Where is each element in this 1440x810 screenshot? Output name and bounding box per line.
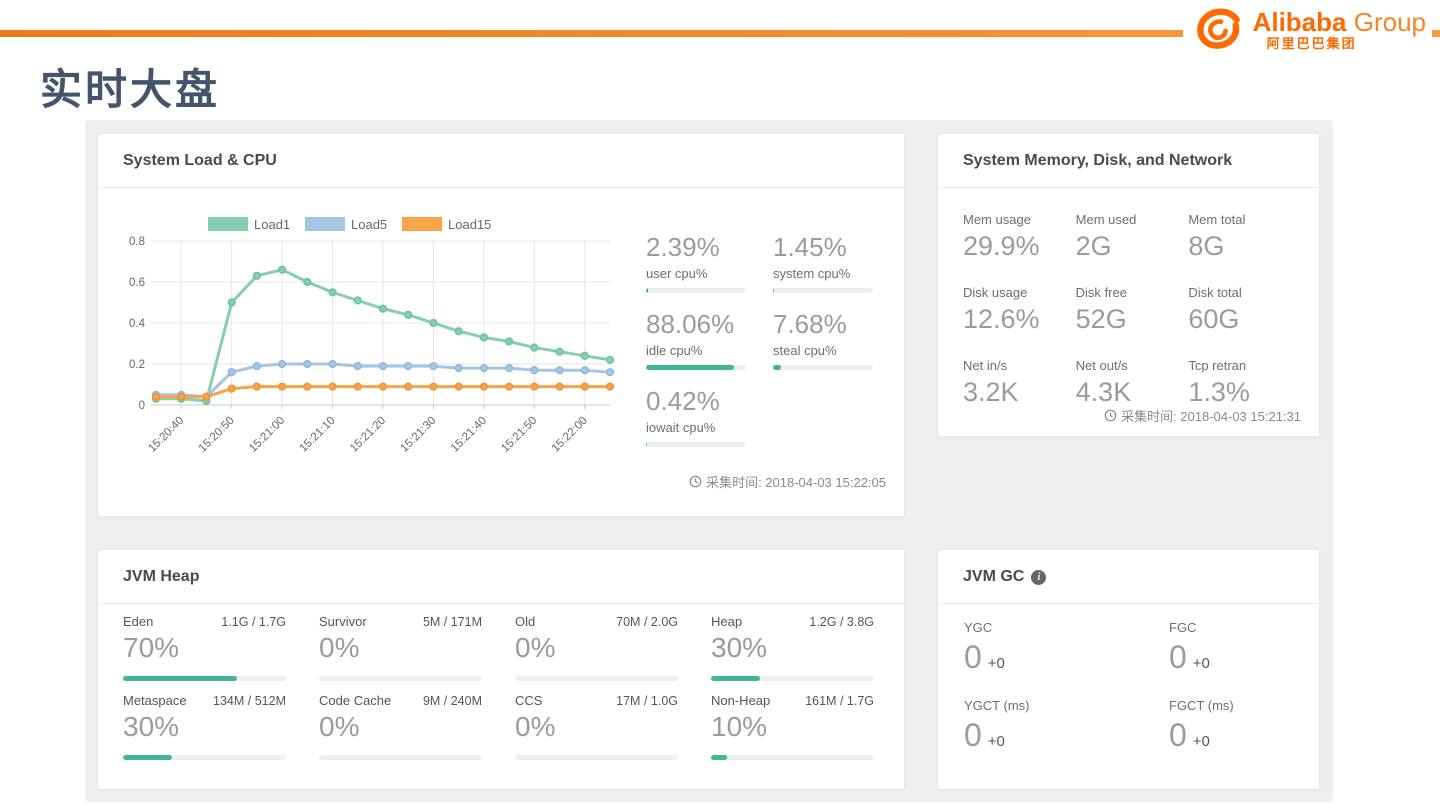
progress-track [515,755,678,760]
svg-text:0.8: 0.8 [129,236,145,248]
svg-text:0.2: 0.2 [129,359,145,371]
cpu-metrics: 2.39% user cpu% 1.45% system cpu% 88.06%… [646,232,902,447]
metric-user-cpu: 2.39% user cpu% [646,232,773,293]
stat-mem-used: Mem used2G [1076,212,1189,262]
panel-title-jvm-heap: JVM Heap [98,550,904,604]
heap-cell-metaspace: Metaspace134M / 512M 30% [123,693,286,760]
load-chart-svg: 0 0.2 0.4 0.6 0.8 15:20:40 15:20:5015:21:00 15:… [98,209,643,479]
page-title: 实时大盘 [40,56,220,117]
logo-brand-text: Alibaba [1253,7,1347,37]
svg-text:15:21:20: 15:21:20 [348,415,388,455]
progress-track [711,755,874,760]
heap-cell-ccs: CCS17M / 1.0G 0% [515,693,678,760]
info-icon[interactable]: i [1031,570,1046,585]
jvm-heap-grid: Eden1.1G / 1.7G 70% Survivor5M / 171M 0%… [123,614,888,760]
svg-text:15:20:40: 15:20:40 [146,415,186,455]
progress-track [123,676,286,681]
progress-fill [711,755,727,760]
memory-stats-grid: Mem usage29.9% Mem used2G Mem total8G Di… [963,212,1301,408]
logo-suffix-text: Group [1354,7,1426,37]
progress-fill [773,365,781,370]
stat-disk-free: Disk free52G [1076,285,1189,335]
progress-fill [711,676,760,681]
progress-track [319,755,482,760]
progress-track [773,288,873,293]
load-line-chart[interactable]: 0 0.2 0.4 0.6 0.8 15:20:40 15:20:5015:21:00 15:… [98,209,643,479]
svg-text:Load15: Load15 [448,217,491,232]
svg-text:15:21:40: 15:21:40 [449,415,489,455]
svg-text:15:21:10: 15:21:10 [298,415,338,455]
progress-fill [646,288,648,293]
heap-cell-eden: Eden1.1G / 1.7G 70% [123,614,286,681]
stat-net-in: Net in/s3.2K [963,358,1076,408]
panel-jvm-gc: JVM GCi YGC 0+0 FGC 0+0 YGCT (ms) 0+0 FG… [937,549,1320,790]
stat-disk-total: Disk total60G [1188,285,1301,335]
progress-track [711,676,874,681]
panel-title-memory: System Memory, Disk, and Network [938,134,1319,188]
progress-track [319,676,482,681]
progress-track [515,676,678,681]
panel-title-load-cpu: System Load & CPU [98,134,904,188]
panel-system-load-cpu: System Load & CPU 0 0.2 0.4 0.6 0.8 15:20:40 1… [97,133,905,517]
jvm-gc-grid: YGC 0+0 FGC 0+0 YGCT (ms) 0+0 FGCT (ms) … [964,620,1294,754]
progress-track [773,365,873,370]
collect-time-load: 采集时间: 2018-04-03 15:22:05 [689,472,886,491]
svg-text:0.4: 0.4 [129,318,146,330]
stat-disk-usage: Disk usage12.6% [963,285,1076,335]
stat-net-out: Net out/s4.3K [1076,358,1189,408]
alibaba-logo[interactable]: Alibaba Group 阿里巴巴集团 [1183,4,1432,56]
alibaba-logo-mark [1193,6,1249,52]
svg-text:Load5: Load5 [351,217,387,232]
panel-memory-disk-network: System Memory, Disk, and Network Mem usa… [937,133,1320,437]
gc-cell-ygct: YGCT (ms) 0+0 [964,698,1169,754]
svg-text:15:20:50: 15:20:50 [197,415,237,455]
stat-tcp-retran: Tcp retran1.3% [1188,358,1301,408]
progress-track [646,442,746,447]
heap-cell-code-cache: Code Cache9M / 240M 0% [319,693,482,760]
metric-system-cpu: 1.45% system cpu% [773,232,896,293]
logo-chinese-text: 阿里巴巴集团 [1267,37,1426,50]
progress-fill [773,288,774,293]
metric-iowait-cpu: 0.42% iowait cpu% [646,386,773,447]
clock-icon [689,475,702,488]
heap-cell-survivor: Survivor5M / 171M 0% [319,614,482,681]
progress-track [646,288,746,293]
progress-fill [123,676,237,681]
progress-fill [123,755,172,760]
svg-text:15:22:00: 15:22:00 [550,415,590,455]
gc-cell-fgc: FGC 0+0 [1169,620,1294,676]
progress-track [123,755,286,760]
progress-track [646,365,746,370]
svg-text:0.6: 0.6 [129,277,145,289]
gc-cell-fgct: FGCT (ms) 0+0 [1169,698,1294,754]
svg-text:15:21:30: 15:21:30 [398,415,438,455]
dashboard-board: System Load & CPU 0 0.2 0.4 0.6 0.8 15:20:40 1… [85,120,1333,802]
heap-cell-old: Old70M / 2.0G 0% [515,614,678,681]
svg-text:0: 0 [139,400,145,412]
gc-cell-ygc: YGC 0+0 [964,620,1169,676]
panel-jvm-heap: JVM Heap Eden1.1G / 1.7G 70% Survivor5M … [97,549,905,790]
stat-mem-total: Mem total8G [1188,212,1301,262]
metric-idle-cpu: 88.06% idle cpu% [646,309,773,370]
svg-text:15:21:50: 15:21:50 [499,415,539,455]
heap-cell-heap: Heap1.2G / 3.8G 30% [711,614,874,681]
progress-fill [646,365,734,370]
metric-steal-cpu: 7.68% steal cpu% [773,309,896,370]
panel-title-jvm-gc: JVM GCi [938,550,1319,604]
svg-text:Load1: Load1 [254,217,290,232]
stat-mem-usage: Mem usage29.9% [963,212,1076,262]
heap-cell-non-heap: Non-Heap161M / 1.7G 10% [711,693,874,760]
collect-time-memory: 采集时间: 2018-04-03 15:21:31 [1104,406,1301,425]
svg-text:15:21:00: 15:21:00 [247,415,287,455]
clock-icon [1104,409,1117,422]
